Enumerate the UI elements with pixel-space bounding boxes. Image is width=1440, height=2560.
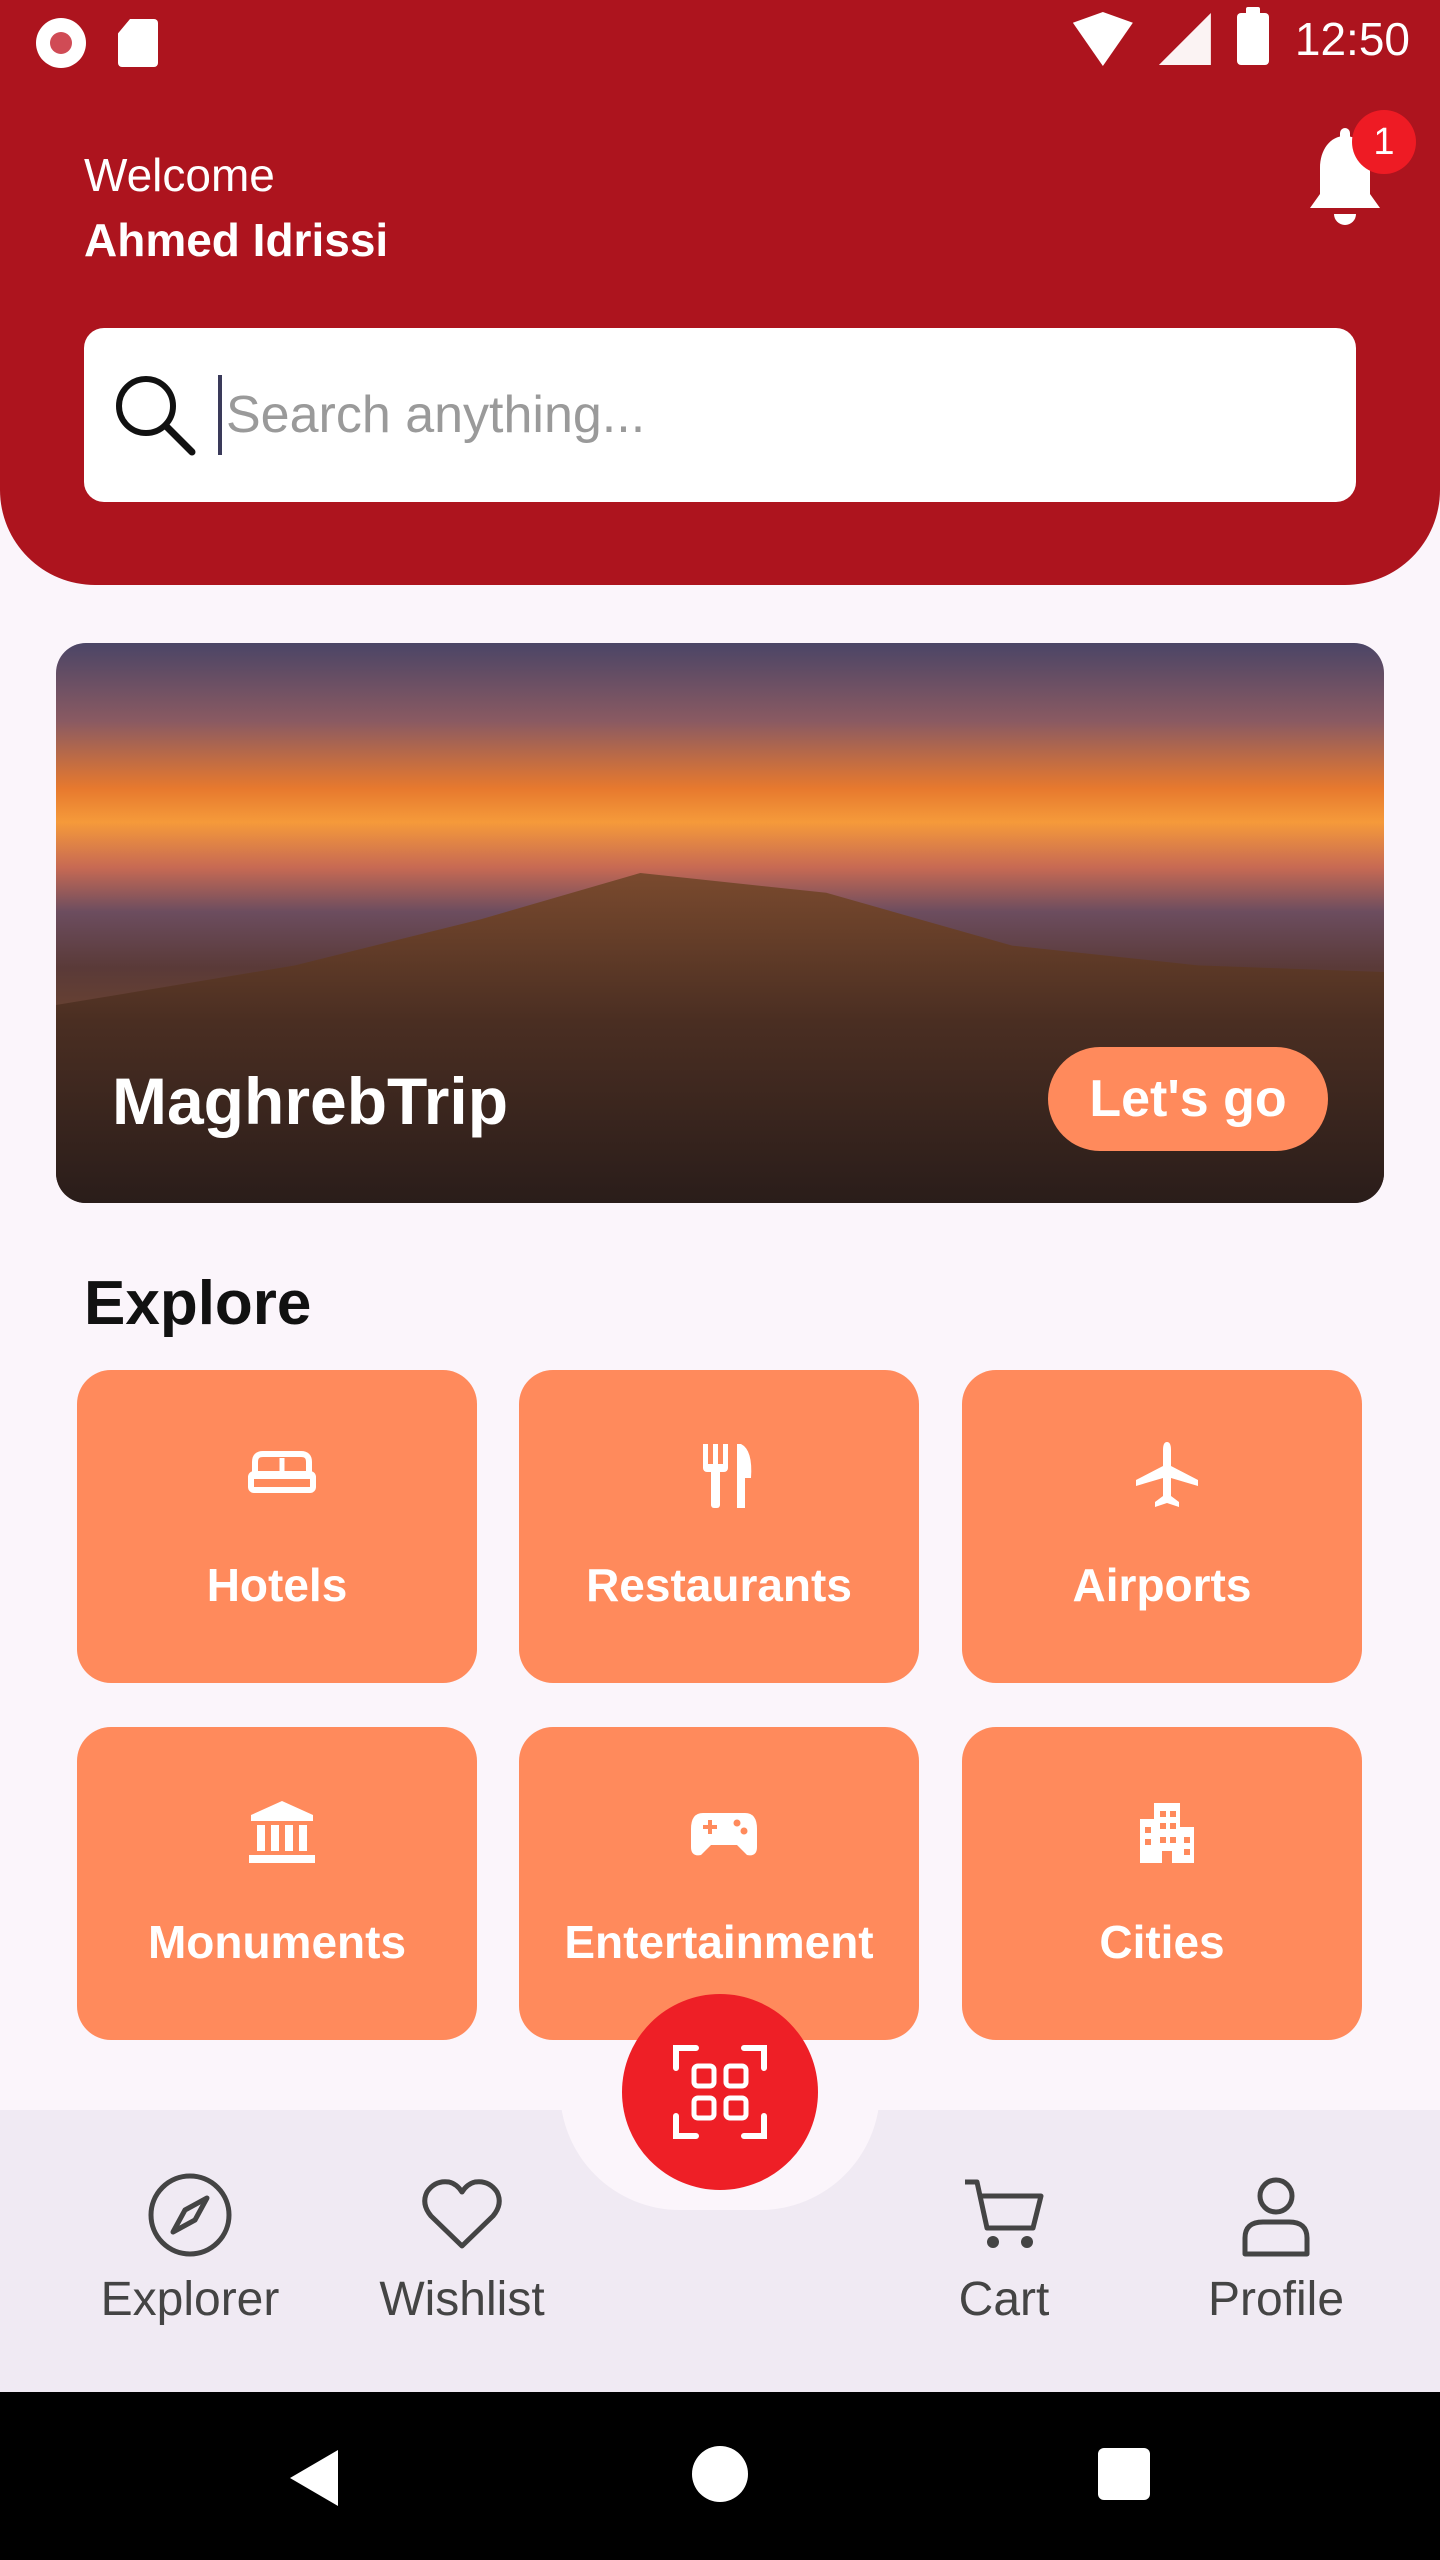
nav-profile[interactable]: Profile	[1176, 2170, 1376, 2327]
nav-wishlist[interactable]: Wishlist	[362, 2170, 562, 2327]
qr-scan-icon	[673, 2045, 767, 2139]
monument-icon	[249, 1801, 315, 1863]
lets-go-button[interactable]: Let's go	[1048, 1047, 1328, 1151]
text-cursor	[218, 375, 222, 455]
back-icon[interactable]	[290, 2450, 338, 2506]
wifi-icon	[1072, 12, 1133, 66]
tile-label: Monuments	[147, 1916, 407, 1968]
heart-icon	[422, 2179, 502, 2249]
status-time: 12:50	[1294, 13, 1410, 65]
hero-landscape-image	[56, 873, 1384, 1203]
recents-icon[interactable]	[1098, 2448, 1150, 2500]
qr-scan-button[interactable]	[622, 1994, 818, 2190]
tile-label: Entertainment	[564, 1916, 874, 1968]
compass-icon	[148, 2173, 232, 2257]
utensils-icon	[703, 1444, 752, 1508]
search-icon	[116, 376, 196, 456]
tile-monuments[interactable]: Monuments	[77, 1727, 477, 2040]
battery-icon	[1236, 7, 1269, 65]
status-bar: 12:50	[0, 0, 1440, 90]
explore-heading: Explore	[84, 1269, 312, 1338]
tile-label: Hotels	[206, 1559, 348, 1611]
signal-icon	[1158, 13, 1211, 65]
home-icon[interactable]	[692, 2446, 748, 2502]
nav-label: Cart	[958, 2273, 1050, 2326]
tile-airports[interactable]: Airports	[962, 1370, 1362, 1683]
gamepad-icon	[691, 1813, 757, 1856]
nav-label: Explorer	[100, 2273, 280, 2326]
nav-label: Profile	[1207, 2273, 1345, 2326]
tile-label: Cities	[1099, 1916, 1225, 1968]
cart-icon	[965, 2179, 1044, 2248]
screen-record-icon	[36, 18, 86, 68]
bed-icon	[248, 1451, 316, 1493]
hero-banner[interactable]: MaghrebTrip Let's go	[56, 643, 1384, 1203]
nav-cart[interactable]: Cart	[904, 2170, 1104, 2327]
airplane-icon	[1136, 1442, 1198, 1507]
city-icon	[1140, 1803, 1194, 1863]
notification-badge: 1	[1352, 110, 1416, 174]
tile-label: Airports	[1072, 1559, 1252, 1611]
tile-restaurants[interactable]: Restaurants	[519, 1370, 919, 1683]
tile-label: Restaurants	[586, 1559, 852, 1611]
sd-card-icon	[118, 19, 158, 67]
search-input[interactable]	[224, 384, 1228, 446]
user-name: Ahmed Idrissi	[84, 214, 389, 266]
nav-explorer[interactable]: Explorer	[90, 2170, 290, 2327]
tile-hotels[interactable]: Hotels	[77, 1370, 477, 1683]
user-icon	[1242, 2177, 1310, 2257]
welcome-text: Welcome	[84, 149, 275, 201]
hero-title: MaghrebTrip	[112, 1064, 509, 1138]
nav-label: Wishlist	[379, 2273, 545, 2326]
tile-cities[interactable]: Cities	[962, 1727, 1362, 2040]
search-bar[interactable]	[84, 328, 1356, 502]
